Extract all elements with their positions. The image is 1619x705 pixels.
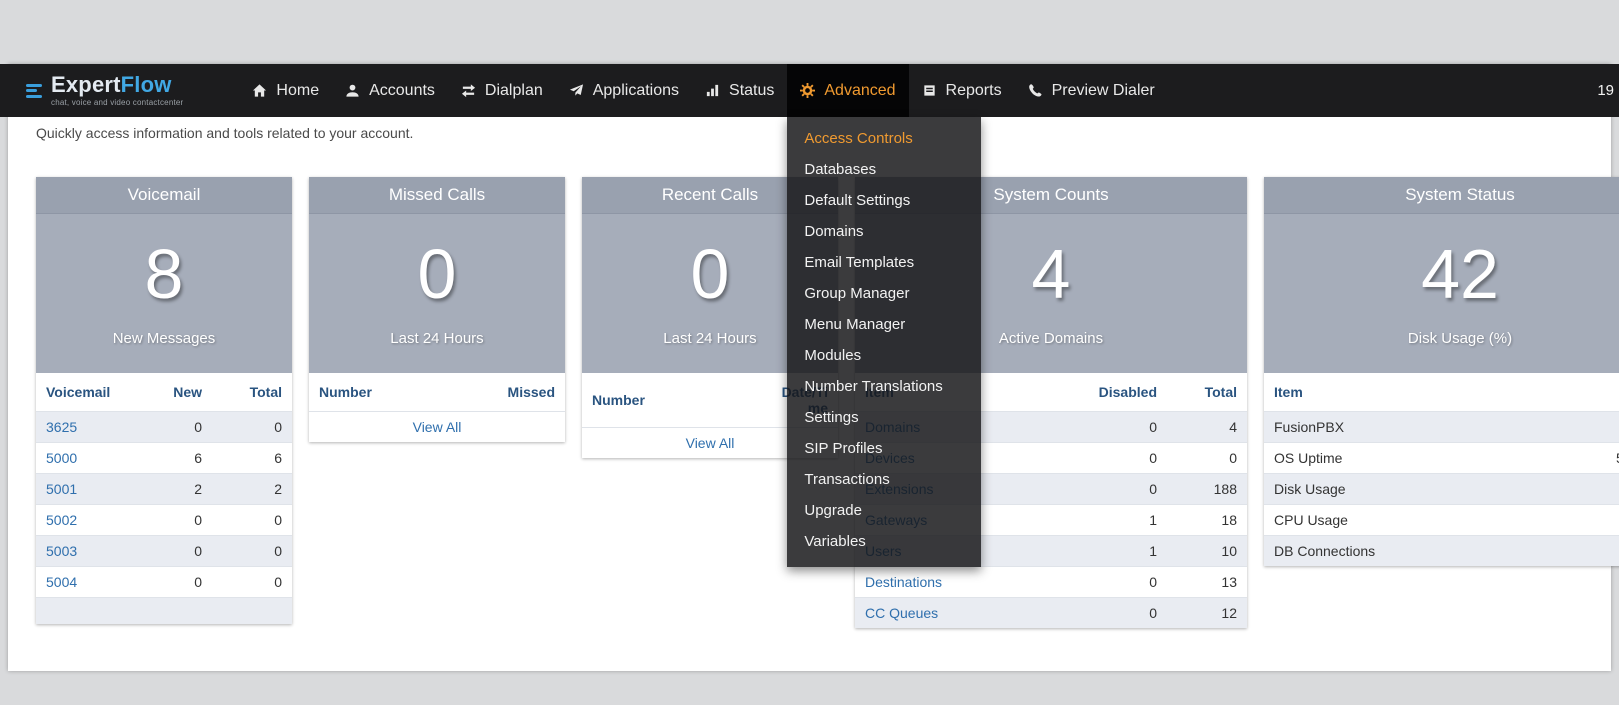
nav-item-dialplan[interactable]: Dialplan [448, 64, 556, 117]
card-voicemail: Voicemail 8 New Messages Voicemail New T… [36, 177, 292, 624]
table-row: DB Connections [1264, 536, 1619, 567]
nav-item-status[interactable]: Status [692, 64, 787, 117]
logo-tagline: chat, voice and video contactcenter [51, 99, 183, 107]
voicemail-box-link[interactable]: 5001 [46, 481, 77, 497]
voicemail-box-link[interactable]: 5004 [46, 574, 77, 590]
table-row: Destinations013 [855, 567, 1247, 598]
card-system-status: System Status 42 Disk Usage (%) Item Fus… [1264, 177, 1619, 566]
arrows-swap-icon [461, 83, 476, 98]
partial-row [36, 597, 292, 624]
nav-item-applications[interactable]: Applications [556, 64, 692, 117]
nav-item-advanced[interactable]: Advanced Access Controls Databases Defau… [787, 64, 908, 117]
user-icon [345, 83, 360, 98]
advanced-dropdown-menu: Access Controls Databases Default Settin… [787, 117, 981, 567]
card-title: System Status [1264, 177, 1619, 214]
logo-expert: Expert [51, 72, 121, 97]
card-title: Voicemail [36, 177, 292, 214]
table-row: 500300 [36, 536, 292, 567]
view-all-link[interactable]: View All [413, 419, 462, 435]
table-row: FusionPBX [1264, 412, 1619, 443]
missed-calls-caption: Last 24 Hours [309, 330, 565, 347]
menu-item-access-controls[interactable]: Access Controls [787, 123, 981, 154]
voicemail-box-link[interactable]: 5003 [46, 543, 77, 559]
card-missed-calls: Missed Calls 0 Last 24 Hours Number Miss… [309, 177, 565, 442]
view-all-link[interactable]: View All [686, 435, 735, 451]
table-row: 362500 [36, 412, 292, 443]
paper-plane-icon [569, 83, 584, 98]
menu-item-default-settings[interactable]: Default Settings [787, 185, 981, 216]
logo[interactable]: ExpertFlow chat, voice and video contact… [26, 64, 183, 117]
table-row: 500400 [36, 567, 292, 598]
voicemail-box-link[interactable]: 5000 [46, 450, 77, 466]
gear-icon [800, 83, 815, 98]
top-nav: ExpertFlow chat, voice and video contact… [0, 64, 1619, 117]
voicemail-count: 8 [36, 234, 292, 314]
table-row: 500122 [36, 474, 292, 505]
missed-calls-count: 0 [309, 234, 565, 314]
menu-item-menu-manager[interactable]: Menu Manager [787, 309, 981, 340]
logo-icon [26, 84, 42, 98]
table-row: Disk Usage [1264, 474, 1619, 505]
menu-item-transactions[interactable]: Transactions [787, 464, 981, 495]
table-row: OS Uptime50 [1264, 443, 1619, 474]
clock: 19 [1597, 82, 1619, 99]
phone-icon [1028, 83, 1043, 98]
card-title: Missed Calls [309, 177, 565, 214]
table-row: 500200 [36, 505, 292, 536]
voicemail-caption: New Messages [36, 330, 292, 347]
menu-item-email-templates[interactable]: Email Templates [787, 247, 981, 278]
menu-item-number-translations[interactable]: Number Translations [787, 371, 981, 402]
view-all-row: View All [309, 412, 565, 443]
nav-item-home[interactable]: Home [239, 64, 332, 117]
nav-items: Home Accounts Dialplan Applications Stat… [239, 64, 1167, 117]
home-icon [252, 83, 267, 98]
system-status-number: 42 [1264, 234, 1619, 314]
menu-item-settings[interactable]: Settings [787, 402, 981, 433]
menu-item-sip-profiles[interactable]: SIP Profiles [787, 433, 981, 464]
nav-item-accounts[interactable]: Accounts [332, 64, 448, 117]
voicemail-box-link[interactable]: 5002 [46, 512, 77, 528]
count-item-link[interactable]: Destinations [865, 574, 942, 590]
logo-flow: Flow [121, 72, 172, 97]
table-row: CPU Usage [1264, 505, 1619, 536]
system-status-table: Item FusionPBX OS Uptime50 Disk Usage CP… [1264, 373, 1619, 566]
menu-item-variables[interactable]: Variables [787, 526, 981, 557]
nav-item-preview-dialer[interactable]: Preview Dialer [1015, 64, 1168, 117]
missed-calls-table: Number Missed View All [309, 373, 565, 442]
menu-item-group-manager[interactable]: Group Manager [787, 278, 981, 309]
count-item-link[interactable]: CC Queues [865, 605, 938, 621]
nav-item-reports[interactable]: Reports [909, 64, 1015, 117]
voicemail-table: Voicemail New Total 362500 500066 500122… [36, 373, 292, 597]
bar-chart-icon [705, 83, 720, 98]
table-row: 500066 [36, 443, 292, 474]
menu-item-databases[interactable]: Databases [787, 154, 981, 185]
report-icon [922, 83, 937, 98]
menu-item-domains[interactable]: Domains [787, 216, 981, 247]
menu-item-modules[interactable]: Modules [787, 340, 981, 371]
system-status-caption: Disk Usage (%) [1264, 330, 1619, 347]
menu-item-upgrade[interactable]: Upgrade [787, 495, 981, 526]
voicemail-box-link[interactable]: 3625 [46, 419, 77, 435]
table-row: CC Queues012 [855, 598, 1247, 629]
